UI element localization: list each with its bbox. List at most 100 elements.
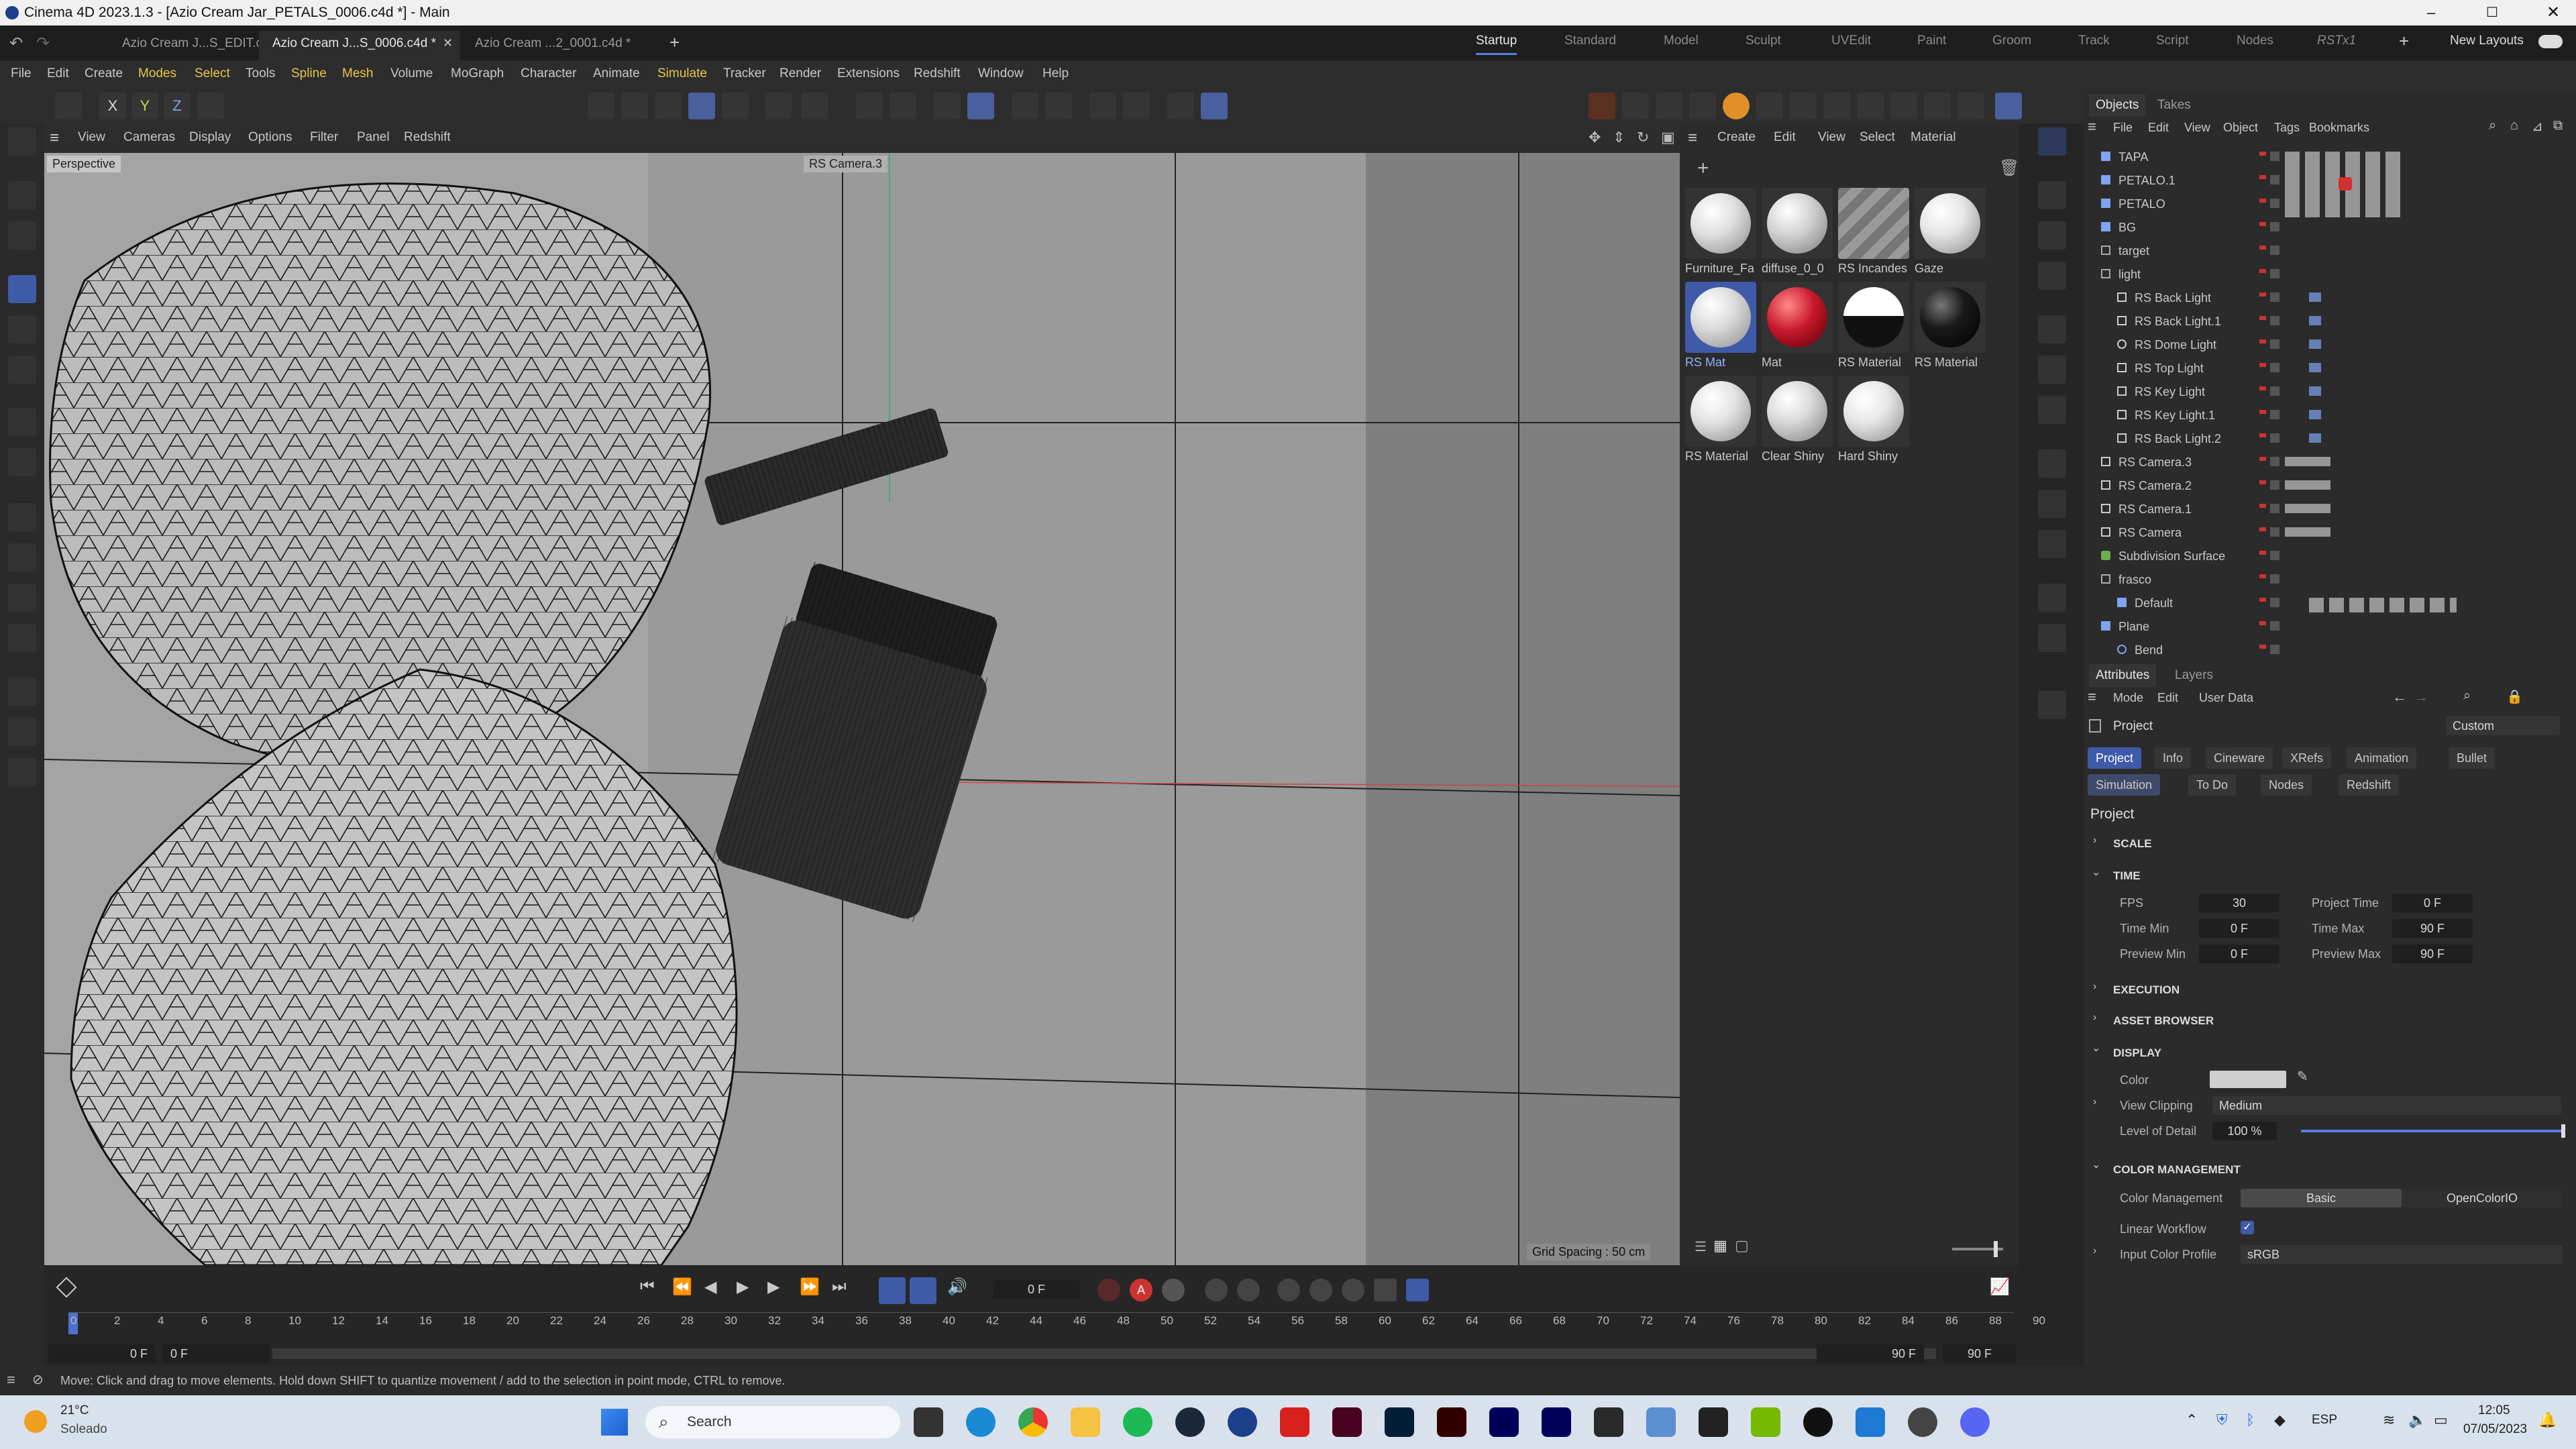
new-window-icon[interactable]: ⧉: [2553, 118, 2563, 133]
effector-icon[interactable]: [2038, 356, 2066, 384]
section-execution[interactable]: EXECUTION: [2113, 983, 2180, 997]
material-swatch[interactable]: [1915, 188, 1986, 259]
menu-icon[interactable]: ≡: [7, 1371, 15, 1389]
layout-paint[interactable]: Paint: [1917, 34, 1946, 48]
render-to-pv-icon[interactable]: [1957, 93, 1984, 119]
scale-tool-icon[interactable]: [8, 356, 36, 384]
windows-start-icon[interactable]: [601, 1409, 628, 1436]
points-mode-icon[interactable]: [588, 93, 614, 119]
locked-workplane-icon[interactable]: [1045, 93, 1072, 119]
close-icon[interactable]: ✕: [2546, 3, 2560, 22]
ptab-project[interactable]: Project: [2088, 747, 2142, 769]
object-row[interactable]: frasco: [2084, 570, 2576, 594]
menu-render[interactable]: Render: [780, 66, 821, 81]
timer-icon[interactable]: [1237, 1279, 1260, 1301]
layout-nodes[interactable]: Nodes: [2237, 34, 2273, 48]
eyedropper-icon[interactable]: ✎: [2297, 1068, 2308, 1085]
tab-objects[interactable]: Objects: [2089, 94, 2146, 117]
export-icon[interactable]: [1790, 93, 1817, 119]
list-view-icon[interactable]: ☰: [1695, 1238, 1707, 1255]
spline-pen-icon[interactable]: [8, 503, 36, 531]
illustrator-icon[interactable]: [1437, 1407, 1466, 1437]
preview-max-field[interactable]: 90 F: [2392, 945, 2473, 963]
next-key-icon[interactable]: ⏩: [800, 1277, 820, 1297]
trash-icon[interactable]: 🗑: [1999, 158, 2019, 178]
lod-slider-knob[interactable]: [2561, 1124, 2565, 1138]
menu-volume[interactable]: Volume: [390, 66, 433, 81]
add-layout-icon[interactable]: +: [2399, 31, 2409, 52]
obj-menu-bookmarks[interactable]: Bookmarks: [2309, 121, 2369, 135]
object-row[interactable]: RS Back Light.2: [2084, 429, 2576, 453]
toggle-view-icon[interactable]: ▣: [1661, 129, 1675, 146]
obj-menu-edit[interactable]: Edit: [2148, 121, 2169, 135]
attr-menu-mode[interactable]: Mode: [2113, 691, 2143, 705]
obj-menu-object[interactable]: Object: [2223, 121, 2258, 135]
menu-modes[interactable]: Modes: [138, 66, 176, 81]
material-swatch[interactable]: [1685, 188, 1756, 259]
enabled-check-column[interactable]: [2270, 152, 2279, 655]
solo-icon[interactable]: [1167, 93, 1194, 119]
color-swatch[interactable]: [2210, 1071, 2286, 1088]
edge-icon[interactable]: [966, 1407, 996, 1437]
object-row[interactable]: RS Back Light: [2084, 288, 2576, 312]
menu-animate[interactable]: Animate: [593, 66, 640, 81]
edges-mode-icon[interactable]: [621, 93, 648, 119]
attr-menu-edit[interactable]: Edit: [2157, 691, 2178, 705]
tray-dropbox-icon[interactable]: ◆: [2274, 1411, 2286, 1429]
clock-time[interactable]: 12:05: [2478, 1403, 2510, 1418]
field-icon[interactable]: [2038, 490, 2066, 518]
layout-model[interactable]: Model: [1664, 34, 1699, 48]
nvidia-icon[interactable]: [1751, 1407, 1780, 1437]
file-explorer-icon[interactable]: [1071, 1407, 1100, 1437]
vp-menu-cameras[interactable]: Cameras: [123, 130, 175, 145]
viewport[interactable]: Perspective RS Camera.3 Grid Spacing : 5…: [44, 153, 1680, 1265]
material-swatch-selected[interactable]: [1685, 282, 1756, 353]
ptab-todo[interactable]: To Do: [2188, 774, 2237, 796]
icon-size-knob[interactable]: [1994, 1241, 1998, 1257]
acrobat-icon[interactable]: [1280, 1407, 1309, 1437]
doc-tab-0001[interactable]: Azio Cream ...2_0001.c4d *: [462, 31, 644, 60]
menu-spline[interactable]: Spline: [291, 66, 327, 81]
object-row[interactable]: Subdivision Surface: [2084, 547, 2576, 570]
vp-menu-view[interactable]: View: [78, 130, 105, 145]
flag-icon[interactable]: [1890, 93, 1917, 119]
workplane-icon[interactable]: [1012, 93, 1038, 119]
tray-battery-icon[interactable]: ▭: [2434, 1411, 2448, 1429]
obj-menu-tags[interactable]: Tags: [2274, 121, 2300, 135]
render-active-icon[interactable]: [1622, 93, 1649, 119]
key-pla-icon[interactable]: [1406, 1279, 1429, 1301]
mat-menu-select[interactable]: Select: [1860, 130, 1895, 145]
section-display[interactable]: DISPLAY: [2113, 1046, 2161, 1060]
light-object-icon[interactable]: [2038, 624, 2066, 652]
key-settings-icon[interactable]: [1162, 1279, 1185, 1301]
menu-select[interactable]: Select: [195, 66, 230, 81]
visibility-dots-column[interactable]: [2259, 152, 2266, 655]
ptab-xrefs[interactable]: XRefs: [2282, 747, 2332, 769]
menu-mograph[interactable]: MoGraph: [451, 66, 504, 81]
layout-uvedit[interactable]: UVEdit: [1831, 34, 1871, 48]
mat-menu-material[interactable]: Material: [1911, 130, 1956, 145]
menu-character[interactable]: Character: [521, 66, 576, 81]
filter-icon[interactable]: ⊿: [2532, 118, 2543, 135]
material-swatch[interactable]: [1762, 282, 1833, 353]
menu-mesh[interactable]: Mesh: [342, 66, 373, 81]
vp-menu-redshift[interactable]: Redshift: [404, 130, 451, 145]
range-start-field-2[interactable]: 0 F: [162, 1344, 270, 1363]
material-swatch[interactable]: [1838, 282, 1909, 353]
frame-ruler[interactable]: 0 2 4 6 8 10 12 14 16 18 20 22 24 26 28 …: [68, 1312, 2045, 1339]
menu-simulate[interactable]: Simulate: [657, 66, 707, 81]
weather-sun-icon[interactable]: [24, 1410, 47, 1433]
attr-hamburger-icon[interactable]: ≡: [2088, 688, 2096, 706]
clock-date[interactable]: 07/05/2023: [2463, 1422, 2527, 1437]
move-tool-icon[interactable]: [8, 275, 36, 303]
layout-track[interactable]: Track: [2078, 34, 2110, 48]
tray-wifi-icon[interactable]: ≋: [2383, 1411, 2395, 1429]
mat-hamburger-icon[interactable]: ≡: [1688, 129, 1697, 148]
media-encoder-icon[interactable]: [1542, 1407, 1571, 1437]
material-swatch[interactable]: [1762, 188, 1833, 259]
tray-lang[interactable]: ESP: [2312, 1413, 2337, 1428]
cube-object-icon[interactable]: [2038, 221, 2066, 250]
render-view-icon[interactable]: [1589, 93, 1615, 119]
keyframe-icon[interactable]: [56, 1277, 77, 1298]
ptab-info[interactable]: Info: [2155, 747, 2192, 769]
